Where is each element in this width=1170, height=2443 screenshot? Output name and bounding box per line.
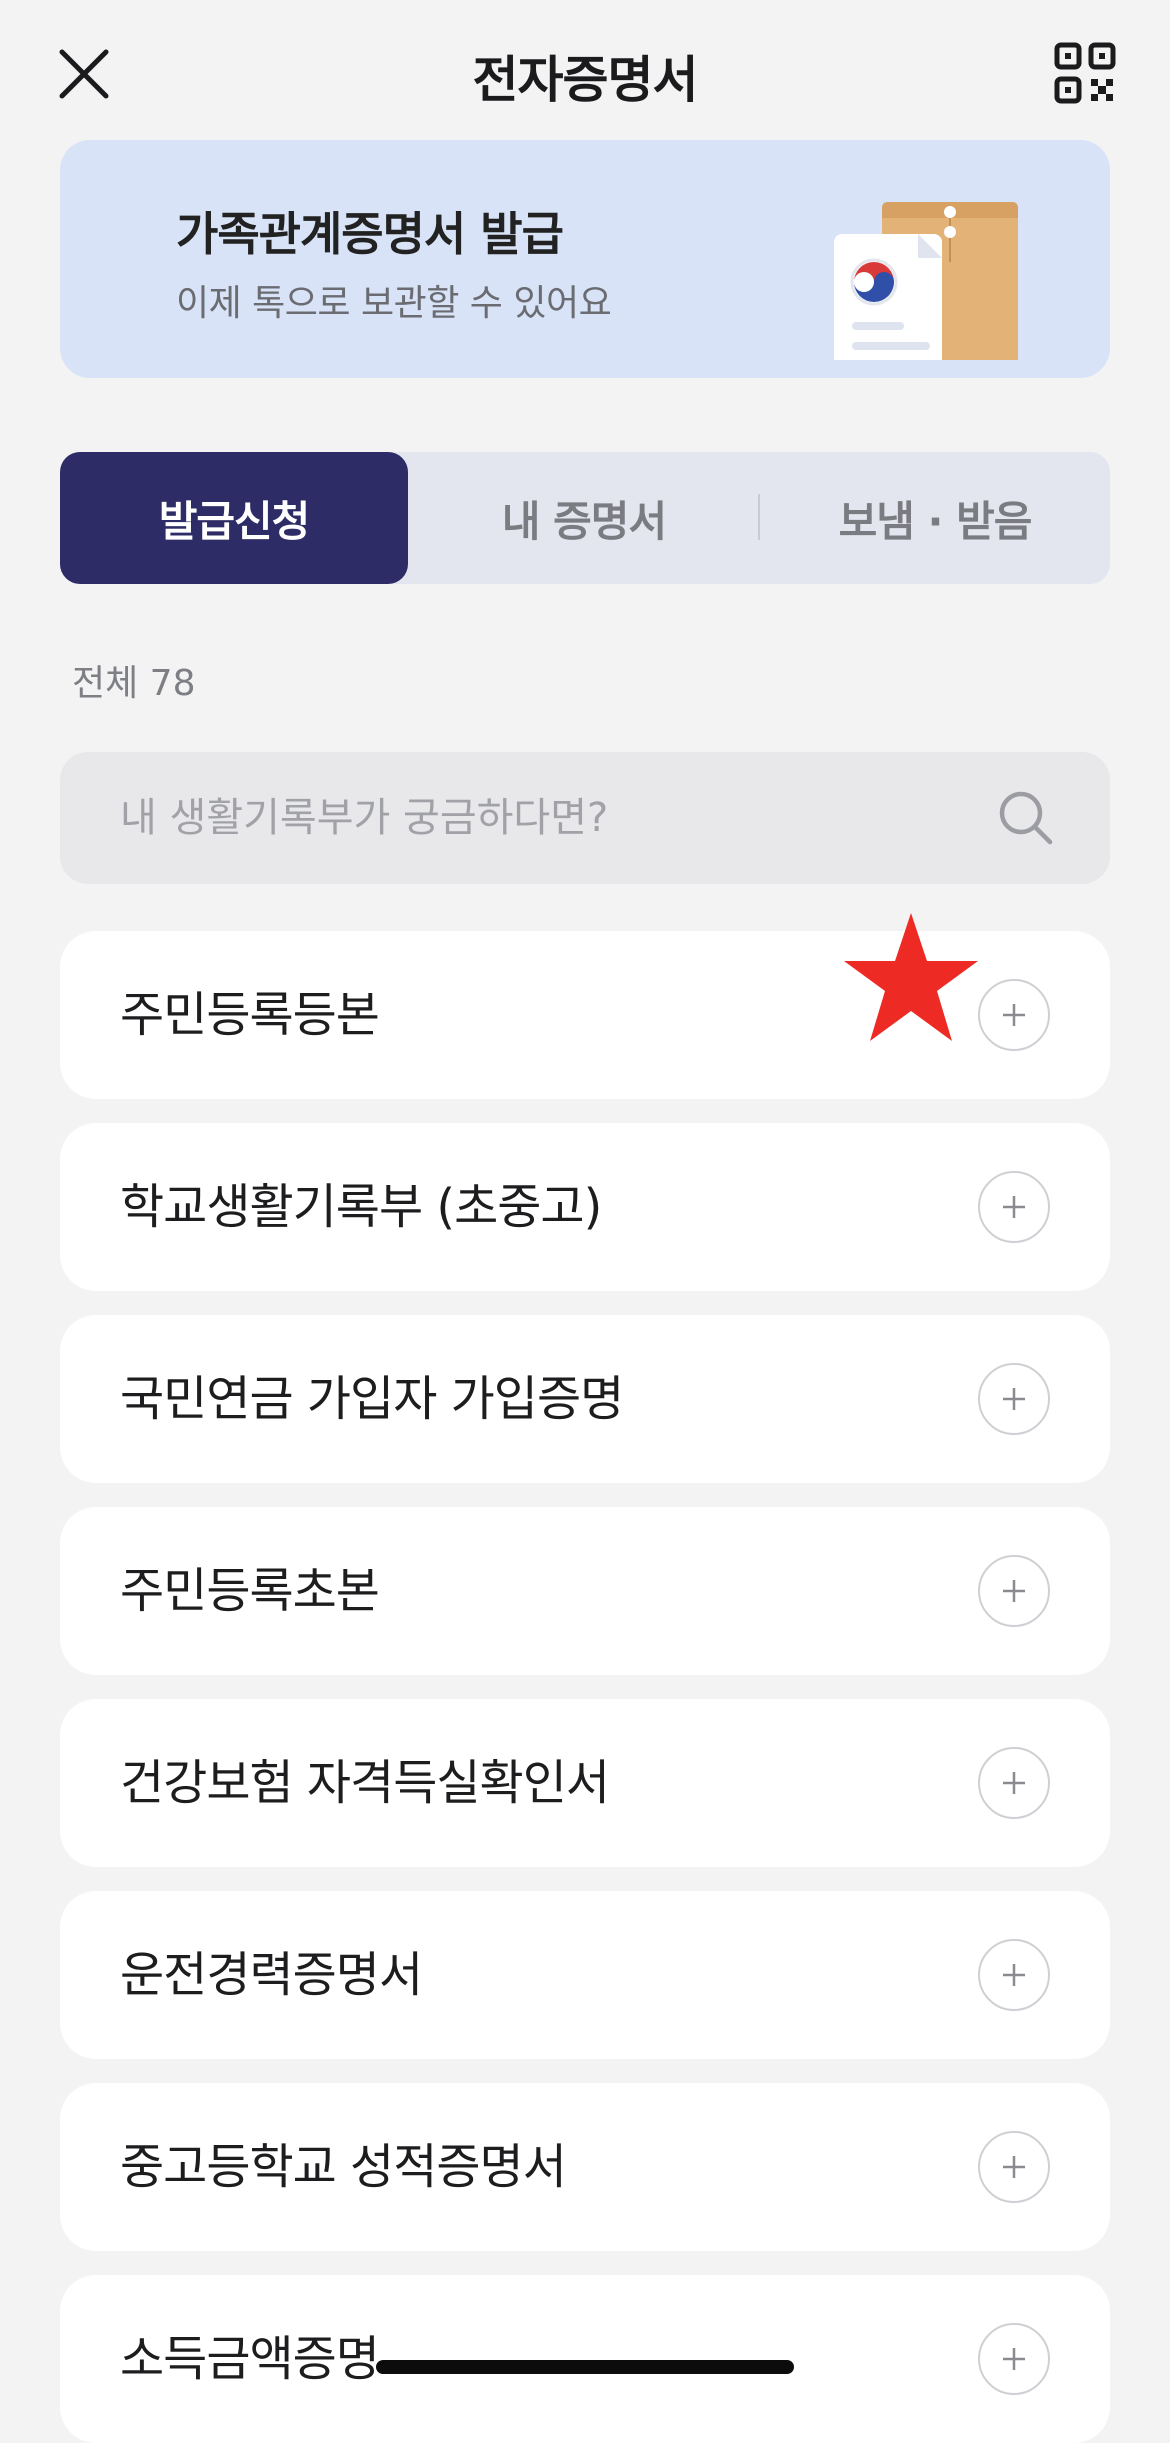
star-marker-icon — [844, 913, 978, 1041]
list-item-health-insurance[interactable]: 건강보험 자격득실확인서 — [60, 1699, 1110, 1867]
list-item-label: 중고등학교 성적증명서 — [120, 2139, 567, 2195]
add-button[interactable] — [978, 1363, 1050, 1435]
plus-icon — [1003, 1196, 1025, 1218]
list-item-school-record[interactable]: 학교생활기록부 (초중고) — [60, 1123, 1110, 1291]
search-bar — [60, 752, 1110, 884]
list-item-label: 주민등록등본 — [120, 987, 380, 1043]
add-button[interactable] — [978, 1555, 1050, 1627]
segmented-tabs: 발급신청 내 증명서 보냄 · 받음 — [60, 452, 1110, 584]
qr-code-icon — [1054, 42, 1116, 104]
add-button[interactable] — [978, 2323, 1050, 2395]
list-item-grade-transcript[interactable]: 중고등학교 성적증명서 — [60, 2083, 1110, 2251]
promo-banner[interactable]: 가족관계증명서 발급 이제 톡으로 보관할 수 있어요 — [60, 140, 1110, 378]
certificate-envelope-illustration — [834, 202, 1018, 360]
list-item-income-certificate[interactable]: 소득금액증명 — [60, 2275, 1110, 2443]
tab-my-certificates[interactable]: 내 증명서 — [410, 452, 758, 584]
add-button[interactable] — [978, 2131, 1050, 2203]
plus-icon — [1003, 2348, 1025, 2370]
add-button[interactable] — [978, 1939, 1050, 2011]
home-indicator[interactable] — [376, 2360, 794, 2374]
add-button[interactable] — [978, 1171, 1050, 1243]
banner-subtitle: 이제 톡으로 보관할 수 있어요 — [176, 283, 612, 324]
plus-icon — [1003, 1004, 1025, 1026]
list-item-label: 소득금액증명 — [120, 2331, 380, 2387]
banner-title: 가족관계증명서 발급 — [176, 207, 564, 261]
plus-icon — [1003, 1580, 1025, 1602]
add-button[interactable] — [978, 1747, 1050, 1819]
list-item-label: 건강보험 자격득실확인서 — [120, 1755, 610, 1811]
list-item-pension-certificate[interactable]: 국민연금 가입자 가입증명 — [60, 1315, 1110, 1483]
list-item-label: 운전경력증명서 — [120, 1947, 423, 2003]
add-button[interactable] — [978, 979, 1050, 1051]
top-bar: 전자증명서 — [0, 0, 1170, 140]
plus-icon — [1003, 1388, 1025, 1410]
list-item-label: 학교생활기록부 (초중고) — [120, 1179, 602, 1235]
list-item-label: 주민등록초본 — [120, 1563, 380, 1619]
qr-scan-button[interactable] — [1054, 42, 1116, 104]
plus-icon — [1003, 1772, 1025, 1794]
tab-sent-received[interactable]: 보냄 · 받음 — [760, 452, 1110, 584]
list-item-driving-record[interactable]: 운전경력증명서 — [60, 1891, 1110, 2059]
page-title: 전자증명서 — [472, 51, 699, 109]
list-item-label: 국민연금 가입자 가입증명 — [120, 1371, 624, 1427]
total-count: 전체 78 — [72, 663, 196, 704]
plus-icon — [1003, 2156, 1025, 2178]
list-item-resident-registration-abstract[interactable]: 주민등록초본 — [60, 1507, 1110, 1675]
search-input[interactable] — [120, 752, 1000, 884]
search-icon[interactable] — [996, 788, 1056, 848]
tab-issue-request[interactable]: 발급신청 — [60, 452, 408, 584]
plus-icon — [1003, 1964, 1025, 1986]
